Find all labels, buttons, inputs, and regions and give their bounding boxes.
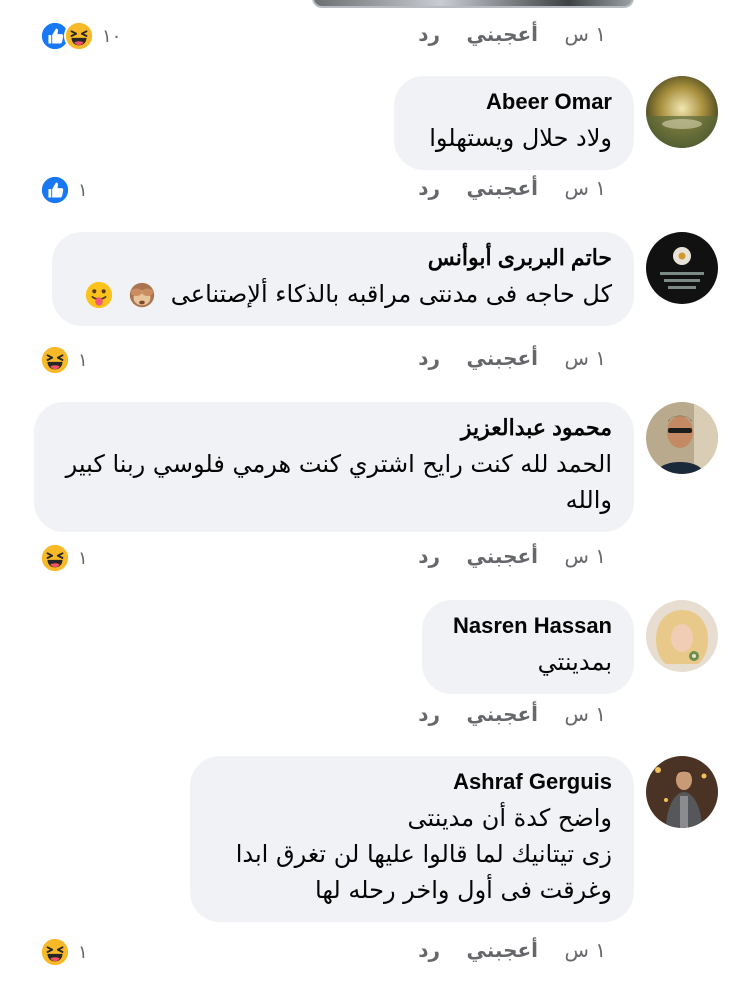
avatar-image xyxy=(646,402,718,474)
timestamp: ١ س xyxy=(564,938,606,962)
avatar[interactable] xyxy=(646,402,718,474)
comment-author[interactable]: حاتم البربرى أبوأنس xyxy=(74,244,612,272)
haha-reaction-icon xyxy=(40,345,70,375)
comment-text-line: زى تيتانيك لما قالوا عليها لن تغرق ابدا xyxy=(235,840,612,868)
timestamp: ١ س xyxy=(564,346,606,370)
like-button[interactable]: أعجبني xyxy=(467,22,539,46)
avatar-image xyxy=(646,756,718,828)
comment-bubble: Abeer Omar ولاد حلال ويستهلوا xyxy=(394,76,634,170)
reaction-count: ١٠ xyxy=(102,25,122,47)
comment-text: كل حاجه فى مدنتى مراقبه بالذكاء ألإصتناع… xyxy=(170,280,612,308)
like-button[interactable]: أعجبني xyxy=(467,938,539,962)
comment-bubble: Ashraf Gerguis واضح كدة أن مدينتى زى تيت… xyxy=(190,756,634,922)
reply-button[interactable]: رد xyxy=(418,938,440,962)
comment-actions: ١ س أعجبني رد xyxy=(0,342,738,378)
comment-actions: ١ س أعجبني رد xyxy=(0,540,738,576)
like-button[interactable]: أعجبني xyxy=(467,176,539,200)
comment-bubble: Nasren Hassan بمدينتي xyxy=(422,600,634,694)
reaction-summary[interactable]: ١ xyxy=(40,172,88,208)
comment-author[interactable]: Ashraf Gerguis xyxy=(212,768,612,796)
see-no-evil-monkey-emoji-icon xyxy=(129,282,155,308)
reaction-summary[interactable]: ١٠ xyxy=(40,18,121,54)
avatar[interactable] xyxy=(646,76,718,148)
reaction-summary[interactable]: ١ xyxy=(40,934,88,970)
haha-reaction-icon xyxy=(40,543,70,573)
comment-actions: ١ س أعجبني رد xyxy=(0,934,738,970)
comment-text: ولاد حلال ويستهلوا xyxy=(429,124,612,152)
timestamp: ١ س xyxy=(564,544,606,568)
comment-actions: ١ س أعجبني رد xyxy=(0,698,738,734)
haha-reaction-icon xyxy=(64,21,94,51)
reaction-count: ١ xyxy=(78,179,88,201)
reply-button[interactable]: رد xyxy=(418,702,440,726)
like-button[interactable]: أعجبني xyxy=(467,702,539,726)
comment-text: واضح كدة أن مدينتى زى تيتانيك لما قالوا … xyxy=(212,800,612,908)
reaction-count: ١ xyxy=(78,349,88,371)
reaction-count: ١ xyxy=(78,547,88,569)
comment-bubble: حاتم البربرى أبوأنس كل حاجه فى مدنتى مرا… xyxy=(52,232,634,326)
avatar-image xyxy=(646,76,718,148)
comment-bubble: محمود عبدالعزيز الحمد لله كنت رايح اشتري… xyxy=(34,402,634,532)
like-button[interactable]: أعجبني xyxy=(467,544,539,568)
comment-text-line: واضح كدة أن مدينتى xyxy=(407,804,612,832)
comment-text-row: كل حاجه فى مدنتى مراقبه بالذكاء ألإصتناع… xyxy=(74,276,612,312)
timestamp: ١ س xyxy=(564,702,606,726)
comment-text: بمدينتي xyxy=(537,648,612,676)
timestamp: ١ س xyxy=(564,176,606,200)
reply-button[interactable]: رد xyxy=(418,544,440,568)
comment-text-line: الحمد لله كنت رايح اشتري كنت هرمي فلوسي … xyxy=(65,450,612,478)
comment-author[interactable]: Nasren Hassan xyxy=(444,612,612,640)
comment-actions: ١ س أعجبني رد xyxy=(0,172,738,208)
reaction-summary[interactable]: ١ xyxy=(40,540,88,576)
avatar[interactable] xyxy=(646,232,718,304)
shared-image-thumbnail[interactable] xyxy=(312,0,634,8)
reaction-summary[interactable]: ١ xyxy=(40,342,88,378)
comment-text-line: وغرقت فى أول واخر رحله لها xyxy=(315,876,612,904)
haha-reaction-icon xyxy=(40,937,70,967)
avatar-image xyxy=(646,232,718,304)
avatar[interactable] xyxy=(646,756,718,828)
reply-button[interactable]: رد xyxy=(418,22,440,46)
reply-button[interactable]: رد xyxy=(418,346,440,370)
avatar[interactable] xyxy=(646,600,718,672)
comment-text-line: والله xyxy=(565,486,612,514)
like-reaction-icon xyxy=(40,175,70,205)
comment-text: الحمد لله كنت رايح اشتري كنت هرمي فلوسي … xyxy=(56,446,612,518)
comment-author[interactable]: Abeer Omar xyxy=(416,88,612,116)
comment-author[interactable]: محمود عبدالعزيز xyxy=(56,414,612,442)
like-button[interactable]: أعجبني xyxy=(467,346,539,370)
timestamp: ١ س xyxy=(564,22,606,46)
reply-button[interactable]: رد xyxy=(418,176,440,200)
reaction-count: ١ xyxy=(78,941,88,963)
tongue-emoji-icon xyxy=(85,281,112,309)
avatar-image xyxy=(646,600,718,672)
